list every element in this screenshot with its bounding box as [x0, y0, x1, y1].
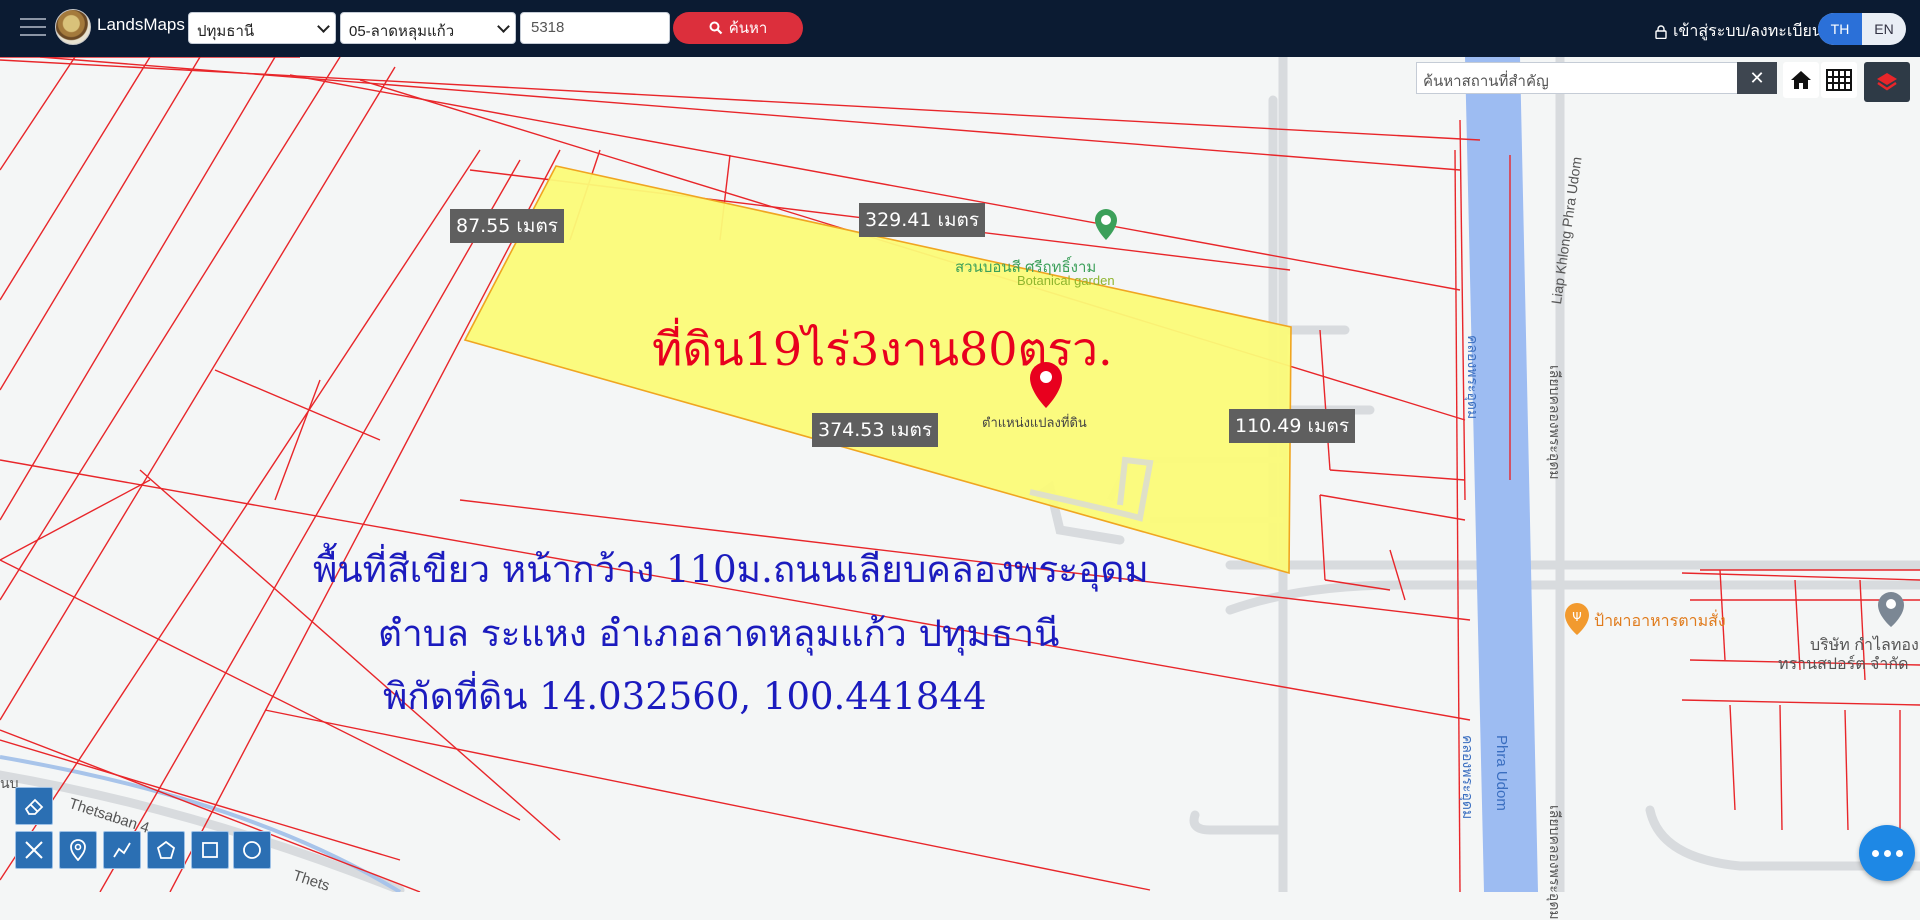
svg-text:Ψ: Ψ [1572, 610, 1581, 624]
place-search-input[interactable]: ค้นหาสถานที่สำคัญ [1416, 62, 1738, 94]
description-line: ตำบล ระแหง อำเภอลาดหลุมแก้ว ปทุมธานี [378, 612, 1060, 655]
area-annotation: ที่ดิน19ไร่3งาน80ตรว. [652, 322, 1113, 376]
marker-tool-button[interactable] [59, 831, 97, 869]
login-label: เข้าสู่ระบบ/ลงทะเบียน [1673, 23, 1823, 40]
dot-icon [1895, 849, 1903, 857]
erase-tool-button[interactable] [15, 787, 53, 825]
coordinates-line: พิกัดที่ดิน 14.032560, 100.441844 [383, 675, 987, 718]
district-value: 05-ลาดหลุมแก้ว [349, 23, 455, 40]
rectangle-icon [202, 842, 218, 858]
lang-th-button[interactable]: TH [1818, 13, 1862, 45]
canal-label: คลองพระอุดม [1465, 335, 1481, 420]
ruler-pencil-icon [25, 841, 43, 859]
side-length-label: 374.53 เมตร [812, 413, 939, 447]
canal-label-en: Phra Udom [1493, 735, 1510, 811]
more-options-button[interactable] [1859, 825, 1915, 881]
company-label: ทรานสปอร์ต จำกัด [1778, 656, 1909, 673]
layers-icon [1877, 73, 1897, 91]
grid-icon [1826, 69, 1852, 91]
grid-button[interactable] [1821, 62, 1857, 98]
top-bar: LandsMaps ปทุมธานี 05-ลาดหลุมแก้ว 5318 ค… [0, 0, 1920, 57]
canal-label: คลองพระอุดม [1460, 735, 1476, 820]
road-label-th: เลียบคลองพระอุดม [1547, 365, 1563, 480]
side-length-label: 329.41 เมตร [859, 203, 986, 237]
measure-tool-button[interactable] [15, 831, 53, 869]
parcel-number-input[interactable]: 5318 [520, 12, 670, 44]
dot-icon [1871, 849, 1879, 857]
search-button-label: ค้นหา [728, 20, 768, 37]
map-canvas[interactable]: Ψ [0, 57, 1920, 892]
line-tool-button[interactable] [103, 831, 141, 869]
polygon-icon [156, 840, 176, 859]
search-icon [709, 21, 722, 35]
circle-icon [243, 841, 261, 859]
side-length-label: 110.49 เมตร [1229, 409, 1356, 443]
district-select[interactable]: 05-ลาดหลุมแก้ว [340, 12, 516, 44]
province-value: ปทุมธานี [197, 23, 255, 40]
lock-icon [1655, 24, 1667, 39]
home-icon [1791, 71, 1811, 89]
search-button[interactable]: ค้นหา [673, 12, 803, 44]
eraser-icon [24, 798, 44, 815]
layers-button[interactable] [1864, 62, 1910, 102]
login-link[interactable]: เข้าสู่ระบบ/ลงทะเบียน [1655, 19, 1823, 44]
lang-en-button[interactable]: EN [1862, 13, 1906, 45]
clear-search-button[interactable]: ✕ [1737, 62, 1777, 94]
road-label-th: เลียบคลองพระอุดม [1547, 805, 1563, 920]
menu-icon[interactable] [20, 16, 46, 38]
language-toggle[interactable]: TH EN [1818, 13, 1906, 45]
app-title: LandsMaps [97, 15, 185, 34]
map-pin-icon [70, 839, 86, 861]
description-line: พื้นที่สีเขียว หน้ากว้าง 110ม.ถนนเลียบคล… [313, 548, 1149, 591]
province-select[interactable]: ปทุมธานี [188, 12, 336, 44]
home-button[interactable] [1783, 62, 1819, 98]
chevron-down-icon [497, 20, 510, 33]
polygon-tool-button[interactable] [147, 831, 185, 869]
restaurant-label: ป้าผาอาหารตามสั่ง [1594, 613, 1726, 630]
circle-tool-button[interactable] [233, 831, 271, 869]
chevron-down-icon [317, 20, 330, 33]
parcel-pin-label: ตำแหน่งแปลงที่ดิน [982, 415, 1087, 430]
dot-icon [1883, 849, 1891, 857]
garden-label-en: Botanical garden [1017, 273, 1115, 288]
polyline-icon [113, 842, 131, 858]
side-length-label: 87.55 เมตร [450, 209, 564, 243]
rectangle-tool-button[interactable] [191, 831, 229, 869]
landsmaps-logo[interactable] [55, 9, 91, 45]
